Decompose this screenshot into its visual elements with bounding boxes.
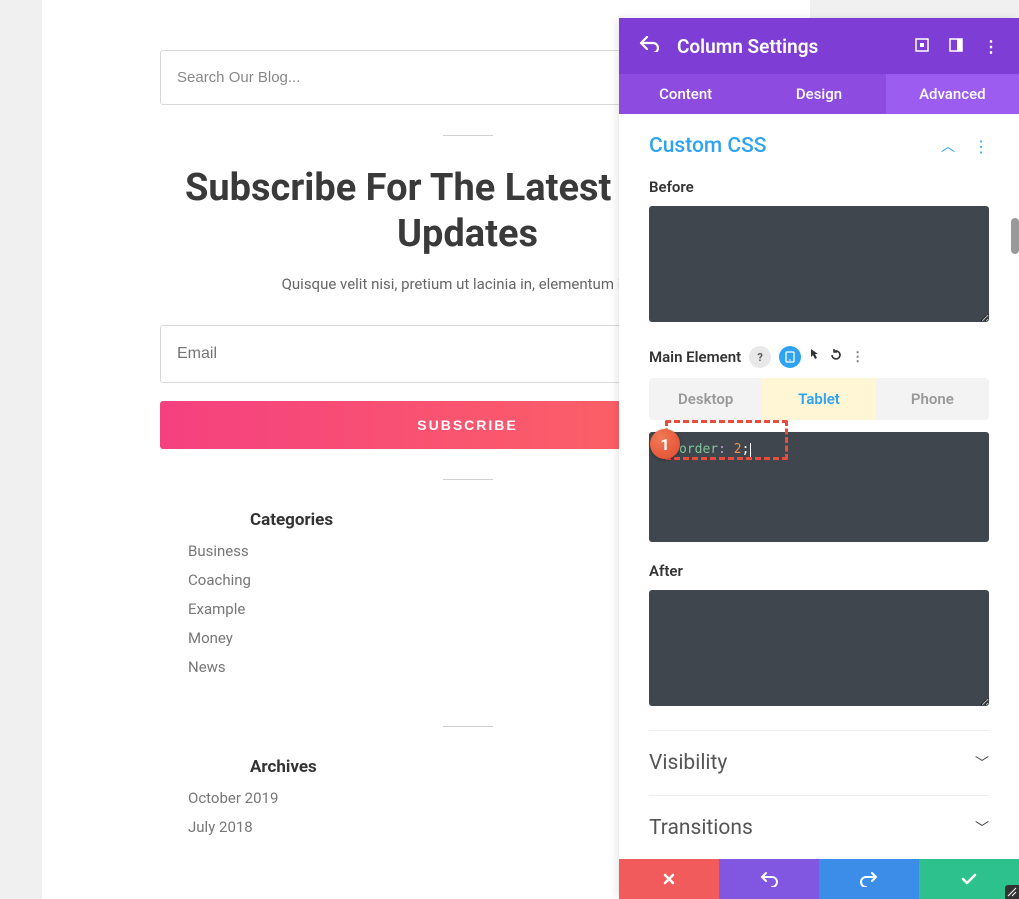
- divider: [443, 726, 493, 727]
- more-icon[interactable]: ⋮: [851, 350, 864, 365]
- settings-panel: Column Settings ⋮ Content Design Advance…: [619, 18, 1019, 899]
- device-tabs: Desktop Tablet Phone: [649, 378, 989, 420]
- device-tab-desktop[interactable]: Desktop: [649, 378, 762, 420]
- hover-icon[interactable]: [809, 348, 821, 366]
- fullscreen-icon[interactable]: [915, 37, 929, 56]
- section-title: Custom CSS: [649, 134, 767, 158]
- reset-icon[interactable]: [829, 348, 843, 366]
- panel-body: Custom CSS ︿ ⋮ Before Main Element ?: [619, 114, 1019, 859]
- main-element-label: Main Element: [649, 348, 741, 366]
- tab-content[interactable]: Content: [619, 74, 752, 114]
- tab-design[interactable]: Design: [752, 74, 885, 114]
- back-icon[interactable]: [639, 36, 659, 57]
- code-colon: :: [718, 442, 726, 457]
- panel-title: Column Settings: [677, 35, 897, 58]
- before-css-textarea[interactable]: [649, 206, 989, 322]
- panel-header: Column Settings ⋮: [619, 18, 1019, 74]
- section-transitions[interactable]: Transitions ﹀: [649, 795, 989, 846]
- before-label: Before: [649, 178, 989, 196]
- device-tab-phone[interactable]: Phone: [876, 378, 989, 420]
- main-css-textarea[interactable]: order: 2;: [649, 432, 989, 542]
- help-icon[interactable]: ?: [749, 346, 771, 368]
- scrollbar[interactable]: [1011, 218, 1019, 254]
- chevron-up-icon[interactable]: ︿: [941, 136, 955, 156]
- redo-button[interactable]: [819, 859, 919, 899]
- more-icon[interactable]: ⋮: [983, 37, 999, 56]
- cancel-button[interactable]: [619, 859, 719, 899]
- tab-advanced[interactable]: Advanced: [886, 74, 1019, 114]
- divider: [443, 135, 493, 136]
- code-semi: ;: [742, 442, 750, 457]
- section-custom-css[interactable]: Custom CSS ︿ ⋮: [649, 134, 989, 158]
- code-value: 2: [734, 442, 742, 457]
- resize-handle[interactable]: [1005, 885, 1019, 899]
- chevron-down-icon: ﹀: [975, 753, 989, 773]
- after-label: After: [649, 562, 989, 580]
- responsive-icon[interactable]: [779, 346, 801, 368]
- snap-icon[interactable]: [949, 37, 963, 56]
- save-button[interactable]: [919, 859, 1019, 899]
- header-toolbar: ⋮: [915, 37, 999, 56]
- chevron-down-icon: ﹀: [975, 818, 989, 838]
- more-icon[interactable]: ⋮: [973, 137, 989, 156]
- section-title: Transitions: [649, 816, 753, 840]
- code-property: order: [679, 442, 718, 457]
- section-title: Visibility: [649, 751, 727, 775]
- tabs: Content Design Advanced: [619, 74, 1019, 114]
- divider: [443, 479, 493, 480]
- device-tab-tablet[interactable]: Tablet: [762, 378, 875, 420]
- section-visibility[interactable]: Visibility ﹀: [649, 730, 989, 795]
- main-css-wrap: order: 2; 1: [649, 432, 989, 542]
- undo-button[interactable]: [719, 859, 819, 899]
- panel-footer: [619, 859, 1019, 899]
- text-cursor: [750, 443, 751, 457]
- after-css-textarea[interactable]: [649, 590, 989, 706]
